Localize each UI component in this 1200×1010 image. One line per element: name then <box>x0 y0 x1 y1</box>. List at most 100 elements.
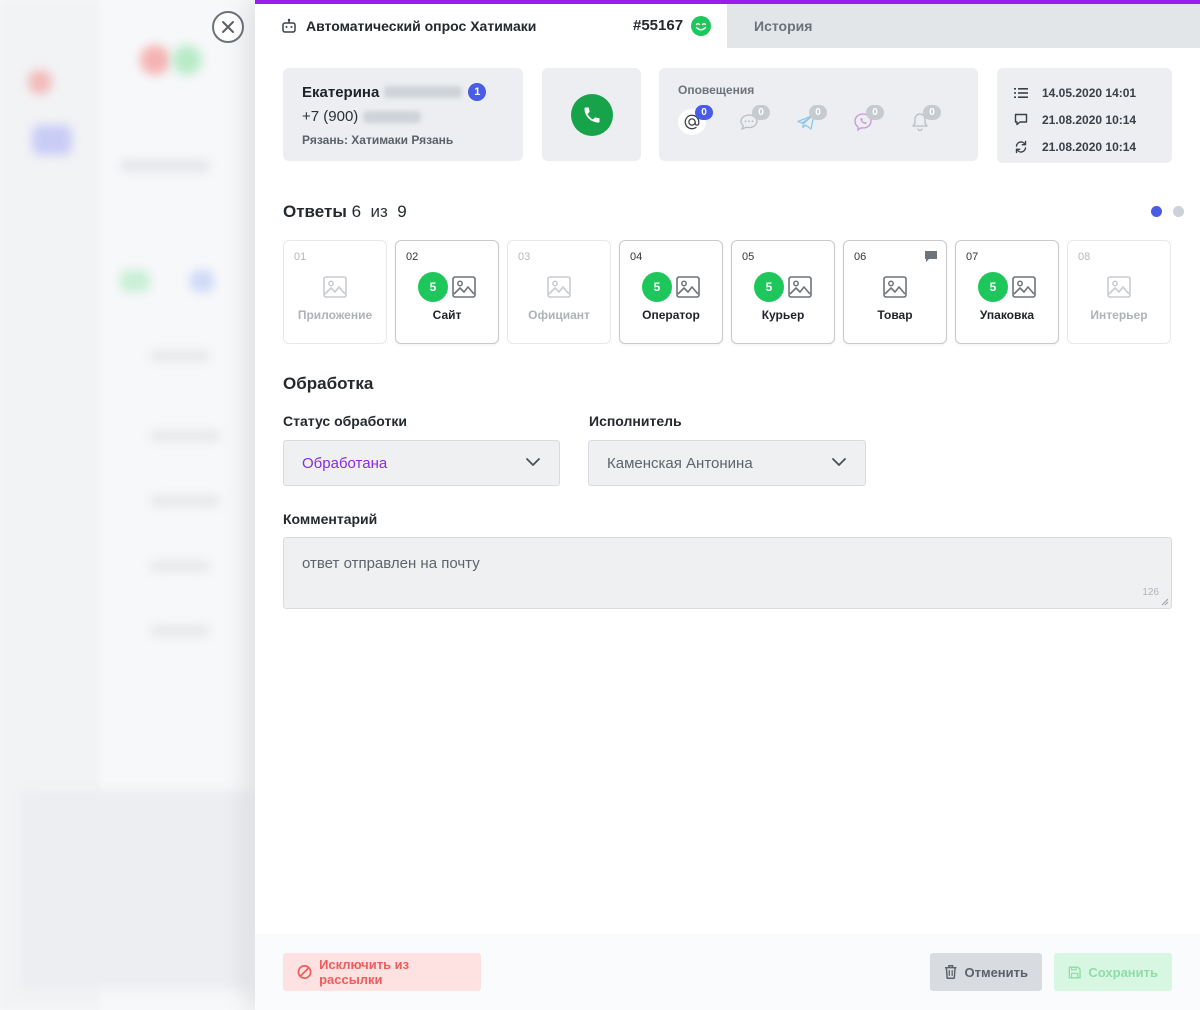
date-updated: 21.08.2020 10:14 <box>1042 139 1137 154</box>
save-label: Сохранить <box>1088 964 1158 980</box>
channel-push[interactable]: 0 <box>906 105 941 135</box>
comment-counter: 126 <box>1142 587 1159 598</box>
comment-value: ответ отправлен на почту <box>302 555 480 572</box>
image-icon <box>883 276 907 298</box>
background-blob <box>150 560 210 572</box>
channel-viber[interactable]: 0 <box>849 105 884 135</box>
notifications-card: Оповещения 0 0 0 0 0 <box>659 68 978 161</box>
survey-title: Автоматический опрос Хатимаки <box>306 18 537 34</box>
background-blob <box>150 625 210 637</box>
image-icon <box>788 276 812 298</box>
trash-icon <box>944 965 957 979</box>
status-select[interactable]: Обработана <box>283 440 560 486</box>
dates-card: 14.05.2020 14:01 21.08.2020 10:14 21.08.… <box>997 68 1172 163</box>
answer-index: 06 <box>854 251 867 263</box>
client-city: Рязань: Хатимаки Рязань <box>302 133 454 147</box>
background-blob <box>140 45 170 75</box>
answer-label: Товар <box>877 308 913 322</box>
resize-grip-icon[interactable] <box>1161 598 1169 606</box>
tab-survey[interactable]: Автоматический опрос Хатимаки #55167 <box>255 4 727 48</box>
answer-index: 07 <box>966 251 979 263</box>
pager-dot-2[interactable] <box>1173 206 1184 217</box>
robot-icon <box>282 18 296 33</box>
survey-panel: Автоматический опрос Хатимаки #55167 Ист… <box>255 0 1200 1010</box>
answer-card-courier[interactable]: 05 5 Курьер <box>731 240 835 344</box>
comment-textarea[interactable]: ответ отправлен на почту 126 <box>283 537 1172 609</box>
background-blob <box>120 160 210 172</box>
answers-of: из <box>370 202 388 221</box>
call-card <box>542 68 641 161</box>
image-icon <box>547 276 571 298</box>
background-blob <box>190 270 214 292</box>
channel-telegram[interactable]: 0 <box>792 105 827 135</box>
channel-chat[interactable]: 0 <box>735 105 770 135</box>
date-created: 14.05.2020 14:01 <box>1042 85 1137 100</box>
answer-card-operator[interactable]: 04 5 Оператор <box>619 240 723 344</box>
answers-title: Ответы <box>283 202 347 221</box>
answer-label: Официант <box>528 308 590 322</box>
answer-label: Интерьер <box>1090 308 1148 322</box>
tab-history[interactable]: История <box>727 4 1200 48</box>
notifications-label: Оповещения <box>678 83 755 97</box>
channel-email-count: 0 <box>695 105 713 120</box>
answer-index: 02 <box>406 251 419 263</box>
answer-card-app[interactable]: 01 Приложение <box>283 240 387 344</box>
phone-icon <box>584 107 599 122</box>
channel-chat-count: 0 <box>752 105 770 120</box>
comment-icon <box>925 251 937 262</box>
client-name: Екатерина <box>302 83 380 101</box>
chevron-down-icon <box>526 458 540 466</box>
call-button[interactable] <box>570 93 613 136</box>
floppy-icon <box>1068 965 1081 979</box>
client-phone: +7 (900) <box>302 108 359 125</box>
background-blob <box>150 495 220 507</box>
answer-index: 08 <box>1078 251 1091 263</box>
background-blob <box>150 430 220 442</box>
background-blob <box>28 70 52 94</box>
background-blob <box>172 45 202 75</box>
order-number: #55167 <box>633 17 684 34</box>
answer-score: 5 <box>642 272 672 302</box>
answer-index: 04 <box>630 251 643 263</box>
channel-viber-count: 0 <box>866 105 884 120</box>
save-button[interactable]: Сохранить <box>1054 953 1172 991</box>
answer-index: 01 <box>294 251 307 263</box>
answer-label: Сайт <box>432 308 462 322</box>
executor-value: Каменская Антонина <box>607 454 753 472</box>
executor-label: Исполнитель <box>589 413 682 429</box>
answer-label: Приложение <box>297 308 373 322</box>
client-card: Екатерина 1 +7 (900) Рязань: Хатимаки Ря… <box>283 68 523 161</box>
pager-dot-1[interactable] <box>1151 206 1162 217</box>
answer-label: Упаковка <box>979 308 1035 322</box>
close-icon <box>222 21 234 33</box>
answer-card-packaging[interactable]: 07 5 Упаковка <box>955 240 1059 344</box>
status-label: Статус обработки <box>283 413 407 429</box>
channel-telegram-count: 0 <box>809 105 827 120</box>
panel-footer: Исключить из рассылки Отменить Сохранить <box>255 934 1200 1010</box>
image-icon <box>323 276 347 298</box>
comment-label: Комментарий <box>283 511 378 527</box>
exclude-label: Исключить из рассылки <box>319 957 410 987</box>
processing-title: Обработка <box>283 374 374 393</box>
answer-score: 5 <box>418 272 448 302</box>
answer-card-interior[interactable]: 08 Интерьер <box>1067 240 1171 344</box>
answer-card-waiter[interactable]: 03 Официант <box>507 240 611 344</box>
list-icon <box>1014 87 1028 98</box>
channel-email[interactable]: 0 <box>678 105 713 135</box>
panel-tabs: Автоматический опрос Хатимаки #55167 Ист… <box>255 4 1200 48</box>
answer-card-site[interactable]: 02 5 Сайт <box>395 240 499 344</box>
background-blob <box>120 270 150 292</box>
image-icon <box>1012 276 1036 298</box>
executor-select[interactable]: Каменская Антонина <box>588 440 866 486</box>
answer-score: 5 <box>978 272 1008 302</box>
answers-answered: 6 <box>351 202 362 221</box>
background-blob <box>150 350 210 362</box>
refresh-icon <box>1015 140 1027 153</box>
image-icon <box>676 276 700 298</box>
close-button[interactable] <box>212 11 244 43</box>
answer-card-product[interactable]: 06 Товар <box>843 240 947 344</box>
exclude-button[interactable]: Исключить из рассылки <box>283 953 481 991</box>
chevron-down-icon <box>832 458 846 466</box>
background-blob <box>32 125 72 155</box>
cancel-button[interactable]: Отменить <box>930 953 1042 991</box>
